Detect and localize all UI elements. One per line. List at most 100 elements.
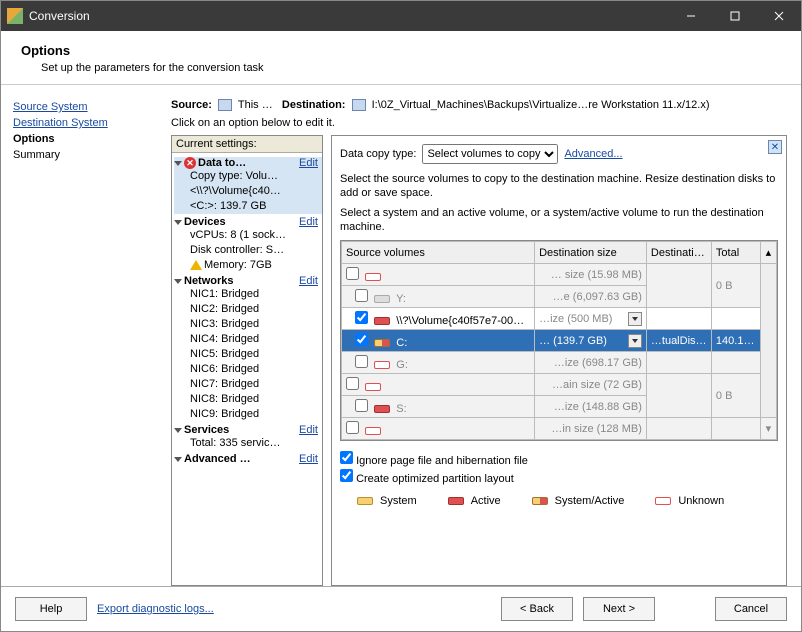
dest-size-dropdown[interactable] [628,312,642,326]
titlebar: Conversion [1,1,801,31]
settings-item[interactable]: NIC6: Bridged [174,362,322,377]
settings-item[interactable]: NIC7: Bridged [174,377,322,392]
volume-checkbox[interactable] [346,377,359,390]
settings-item[interactable]: NIC8: Bridged [174,392,322,407]
settings-group-advanced[interactable]: Advanced …Edit [174,453,322,465]
source-icon [218,99,232,111]
source-label: Source: [171,99,212,111]
settings-item[interactable]: <\\?\Volume{c40… [174,184,322,199]
settings-item[interactable]: NIC9: Bridged [174,407,322,422]
advanced-link[interactable]: Advanced... [564,148,622,160]
settings-item[interactable]: NIC3: Bridged [174,317,322,332]
disk-icon [365,273,381,281]
col-scroll-up[interactable]: ▴ [760,242,776,264]
settings-item[interactable]: NIC4: Bridged [174,332,322,347]
legend-sysact-icon [532,497,548,505]
settings-group-devices[interactable]: DevicesEdit [174,216,322,228]
volume-checkbox[interactable] [346,421,359,434]
panel-close-button[interactable]: ✕ [768,140,782,154]
settings-item[interactable]: Copy type: Volu… [174,169,322,184]
warning-icon [190,260,202,270]
settings-item[interactable]: NIC2: Bridged [174,302,322,317]
disk-icon [365,427,381,435]
disk-icon [374,339,390,347]
nav-summary: Summary [13,149,159,161]
dest-size-dropdown[interactable] [628,334,642,348]
settings-item[interactable]: <C:>: 139.7 GB [174,199,322,214]
nav-options: Options [13,133,159,145]
nav-source-system[interactable]: Source System [13,101,159,113]
settings-item[interactable]: vCPUs: 8 (1 sock… [174,228,322,243]
wizard-nav: Source System Destination System Options Su… [1,85,171,586]
volume-row[interactable]: … size (15.98 MB)0 B [342,264,777,286]
chevron-down-icon [174,279,182,284]
back-button[interactable]: < Back [501,597,573,621]
col-dest-size[interactable]: Destination size [535,242,647,264]
chevron-down-icon [174,428,182,433]
legend-unknown-icon [655,497,671,505]
settings-item[interactable]: Memory: 7GB [174,258,322,273]
opt-optimize-layout[interactable]: Create optimized partition layout [340,469,778,485]
col-source-volumes[interactable]: Source volumes [342,242,535,264]
volume-row[interactable]: …in size (128 MB)▾ [342,418,777,440]
error-icon: ✕ [184,157,196,169]
col-dest-disk[interactable]: Destinati… [646,242,711,264]
data-copy-label: Data copy type: [340,148,416,160]
maximize-button[interactable] [713,1,757,31]
opt-optimize-checkbox[interactable] [340,469,353,482]
minimize-button[interactable] [669,1,713,31]
panel-desc-1: Select the source volumes to copy to the… [340,172,778,200]
disk-icon [374,317,390,325]
next-button[interactable]: Next > [583,597,655,621]
opt-ignore-checkbox[interactable] [340,451,353,464]
close-button[interactable] [757,1,801,31]
settings-list[interactable]: ✕Data to…EditCopy type: Volu…<\\?\Volume… [172,153,322,585]
volume-checkbox[interactable] [355,289,368,302]
data-copy-select[interactable]: Select volumes to copy [422,144,558,164]
edit-link[interactable]: Edit [299,424,318,436]
disk-icon [374,295,390,303]
volume-row[interactable]: C:… (139.7 GB)…tualDisk1140.1… [342,330,777,352]
legend-active-icon [448,497,464,505]
settings-item[interactable]: NIC1: Bridged [174,287,322,302]
table-scrollbar[interactable] [760,264,776,418]
col-scroll-down[interactable]: ▾ [760,418,776,440]
dest-label: Destination: [282,99,346,111]
col-total[interactable]: Total [711,242,760,264]
source-value: This … [238,99,273,111]
help-button[interactable]: Help [15,597,87,621]
settings-item[interactable]: Total: 335 servic… [174,436,322,451]
volumes-table: Source volumes Destination size Destinat… [340,240,778,441]
nav-destination-system[interactable]: Destination System [13,117,159,129]
volume-checkbox[interactable] [355,311,368,324]
volume-row[interactable]: \\?\Volume{c40f57e7-00……ize (500 MB) [342,308,777,330]
settings-item[interactable]: NIC5: Bridged [174,347,322,362]
disk-icon [374,405,390,413]
app-icon [7,8,23,24]
cancel-button[interactable]: Cancel [715,597,787,621]
volume-checkbox[interactable] [355,333,368,346]
chevron-down-icon [174,161,182,166]
chevron-down-icon [174,220,182,225]
settings-group-datato[interactable]: ✕Data to…Edit [174,157,322,169]
volume-checkbox[interactable] [355,399,368,412]
hint-text: Click on an option below to edit it. [171,117,787,129]
opt-ignore-pagefile[interactable]: Ignore page file and hibernation file [340,451,778,467]
edit-link[interactable]: Edit [299,453,318,465]
legend-system-icon [357,497,373,505]
edit-link[interactable]: Edit [299,157,318,169]
volume-row[interactable]: …ain size (72 GB)0 B [342,374,777,396]
edit-link[interactable]: Edit [299,216,318,228]
page-subtitle: Set up the parameters for the conversion… [41,62,781,74]
settings-group-networks[interactable]: NetworksEdit [174,275,322,287]
settings-item[interactable]: Disk controller: S… [174,243,322,258]
export-logs-link[interactable]: Export diagnostic logs... [97,603,214,615]
panel-desc-2: Select a system and an active volume, or… [340,206,778,234]
page-header: Options Set up the parameters for the co… [1,31,801,85]
volume-checkbox[interactable] [346,267,359,280]
settings-header: Current settings: [172,136,322,153]
volume-row[interactable]: G:…ize (698.17 GB) [342,352,777,374]
settings-group-services[interactable]: ServicesEdit [174,424,322,436]
edit-link[interactable]: Edit [299,275,318,287]
volume-checkbox[interactable] [355,355,368,368]
